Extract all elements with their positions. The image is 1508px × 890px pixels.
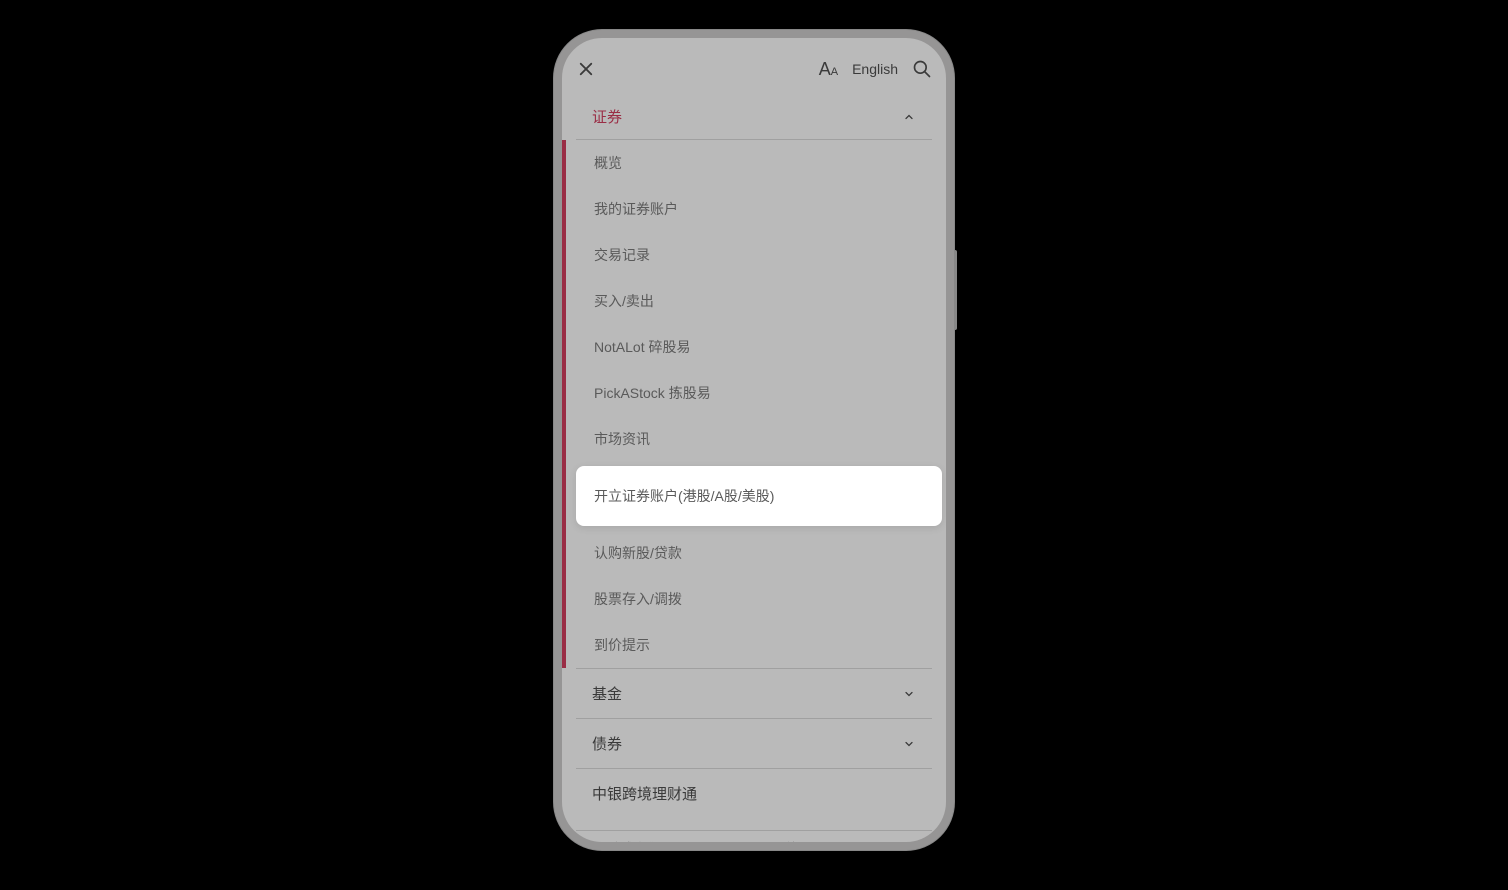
section-header-crossborder[interactable]: 中银跨境理财通 [576,769,932,818]
submenu-item-pickastock[interactable]: PickAStock 拣股易 [566,370,946,416]
submenu-item-my-accounts[interactable]: 我的证券账户 [566,186,946,232]
phone-screen: AA English 证券 [562,38,946,842]
top-bar: AA English [562,38,946,94]
submenu-item-transaction-history[interactable]: 交易记录 [566,232,946,278]
section-header-funds[interactable]: 基金 [576,668,932,719]
phone-frame: AA English 证券 [554,30,954,850]
submenu-item-notalot[interactable]: NotALot 碎股易 [566,324,946,370]
phone-side-button [954,250,957,330]
section-title-securities: 证券 [592,106,622,127]
section-title-bonds: 债券 [592,733,622,754]
submenu-item-buy-sell[interactable]: 买入/卖出 [566,278,946,324]
chevron-down-icon [902,687,916,701]
search-icon[interactable] [912,59,932,79]
chevron-down-icon [902,737,916,751]
section-header-bonds[interactable]: 债券 [576,719,932,769]
submenu-list: 概览 我的证券账户 交易记录 买入/卖出 NotALot 碎股易 PickASt… [562,140,946,668]
content-area: 证券 概览 我的证券账户 交易记录 买入/卖出 NotALot 碎股易 Pick… [562,94,946,842]
section-header-securities[interactable]: 证券 [576,94,932,140]
font-size-icon[interactable]: AA [819,59,838,80]
submenu-item-stock-deposit[interactable]: 股票存入/调拨 [566,576,946,622]
submenu-item-ipo[interactable]: 认购新股/贷款 [566,530,946,576]
language-toggle[interactable]: English [852,61,898,77]
submenu-item-price-alert[interactable]: 到价提示 [566,622,946,668]
submenu-item-market-info[interactable]: 市场资讯 [566,416,946,462]
submenu-item-open-account[interactable]: 开立证券账户(港股/A股/美股) [576,466,942,526]
top-bar-right: AA English [819,59,932,80]
submenu-securities: 概览 我的证券账户 交易记录 买入/卖出 NotALot 碎股易 PickASt… [562,140,946,668]
close-icon[interactable] [576,59,596,79]
chevron-up-icon [902,110,916,124]
section-title-crossborder: 中银跨境理财通 [592,786,697,803]
last-login-text: 最后一次成功登入: 2022/08/13 20:30:31 (手机) [562,831,946,842]
submenu-item-overview[interactable]: 概览 [566,140,946,186]
section-title-funds: 基金 [592,683,622,704]
